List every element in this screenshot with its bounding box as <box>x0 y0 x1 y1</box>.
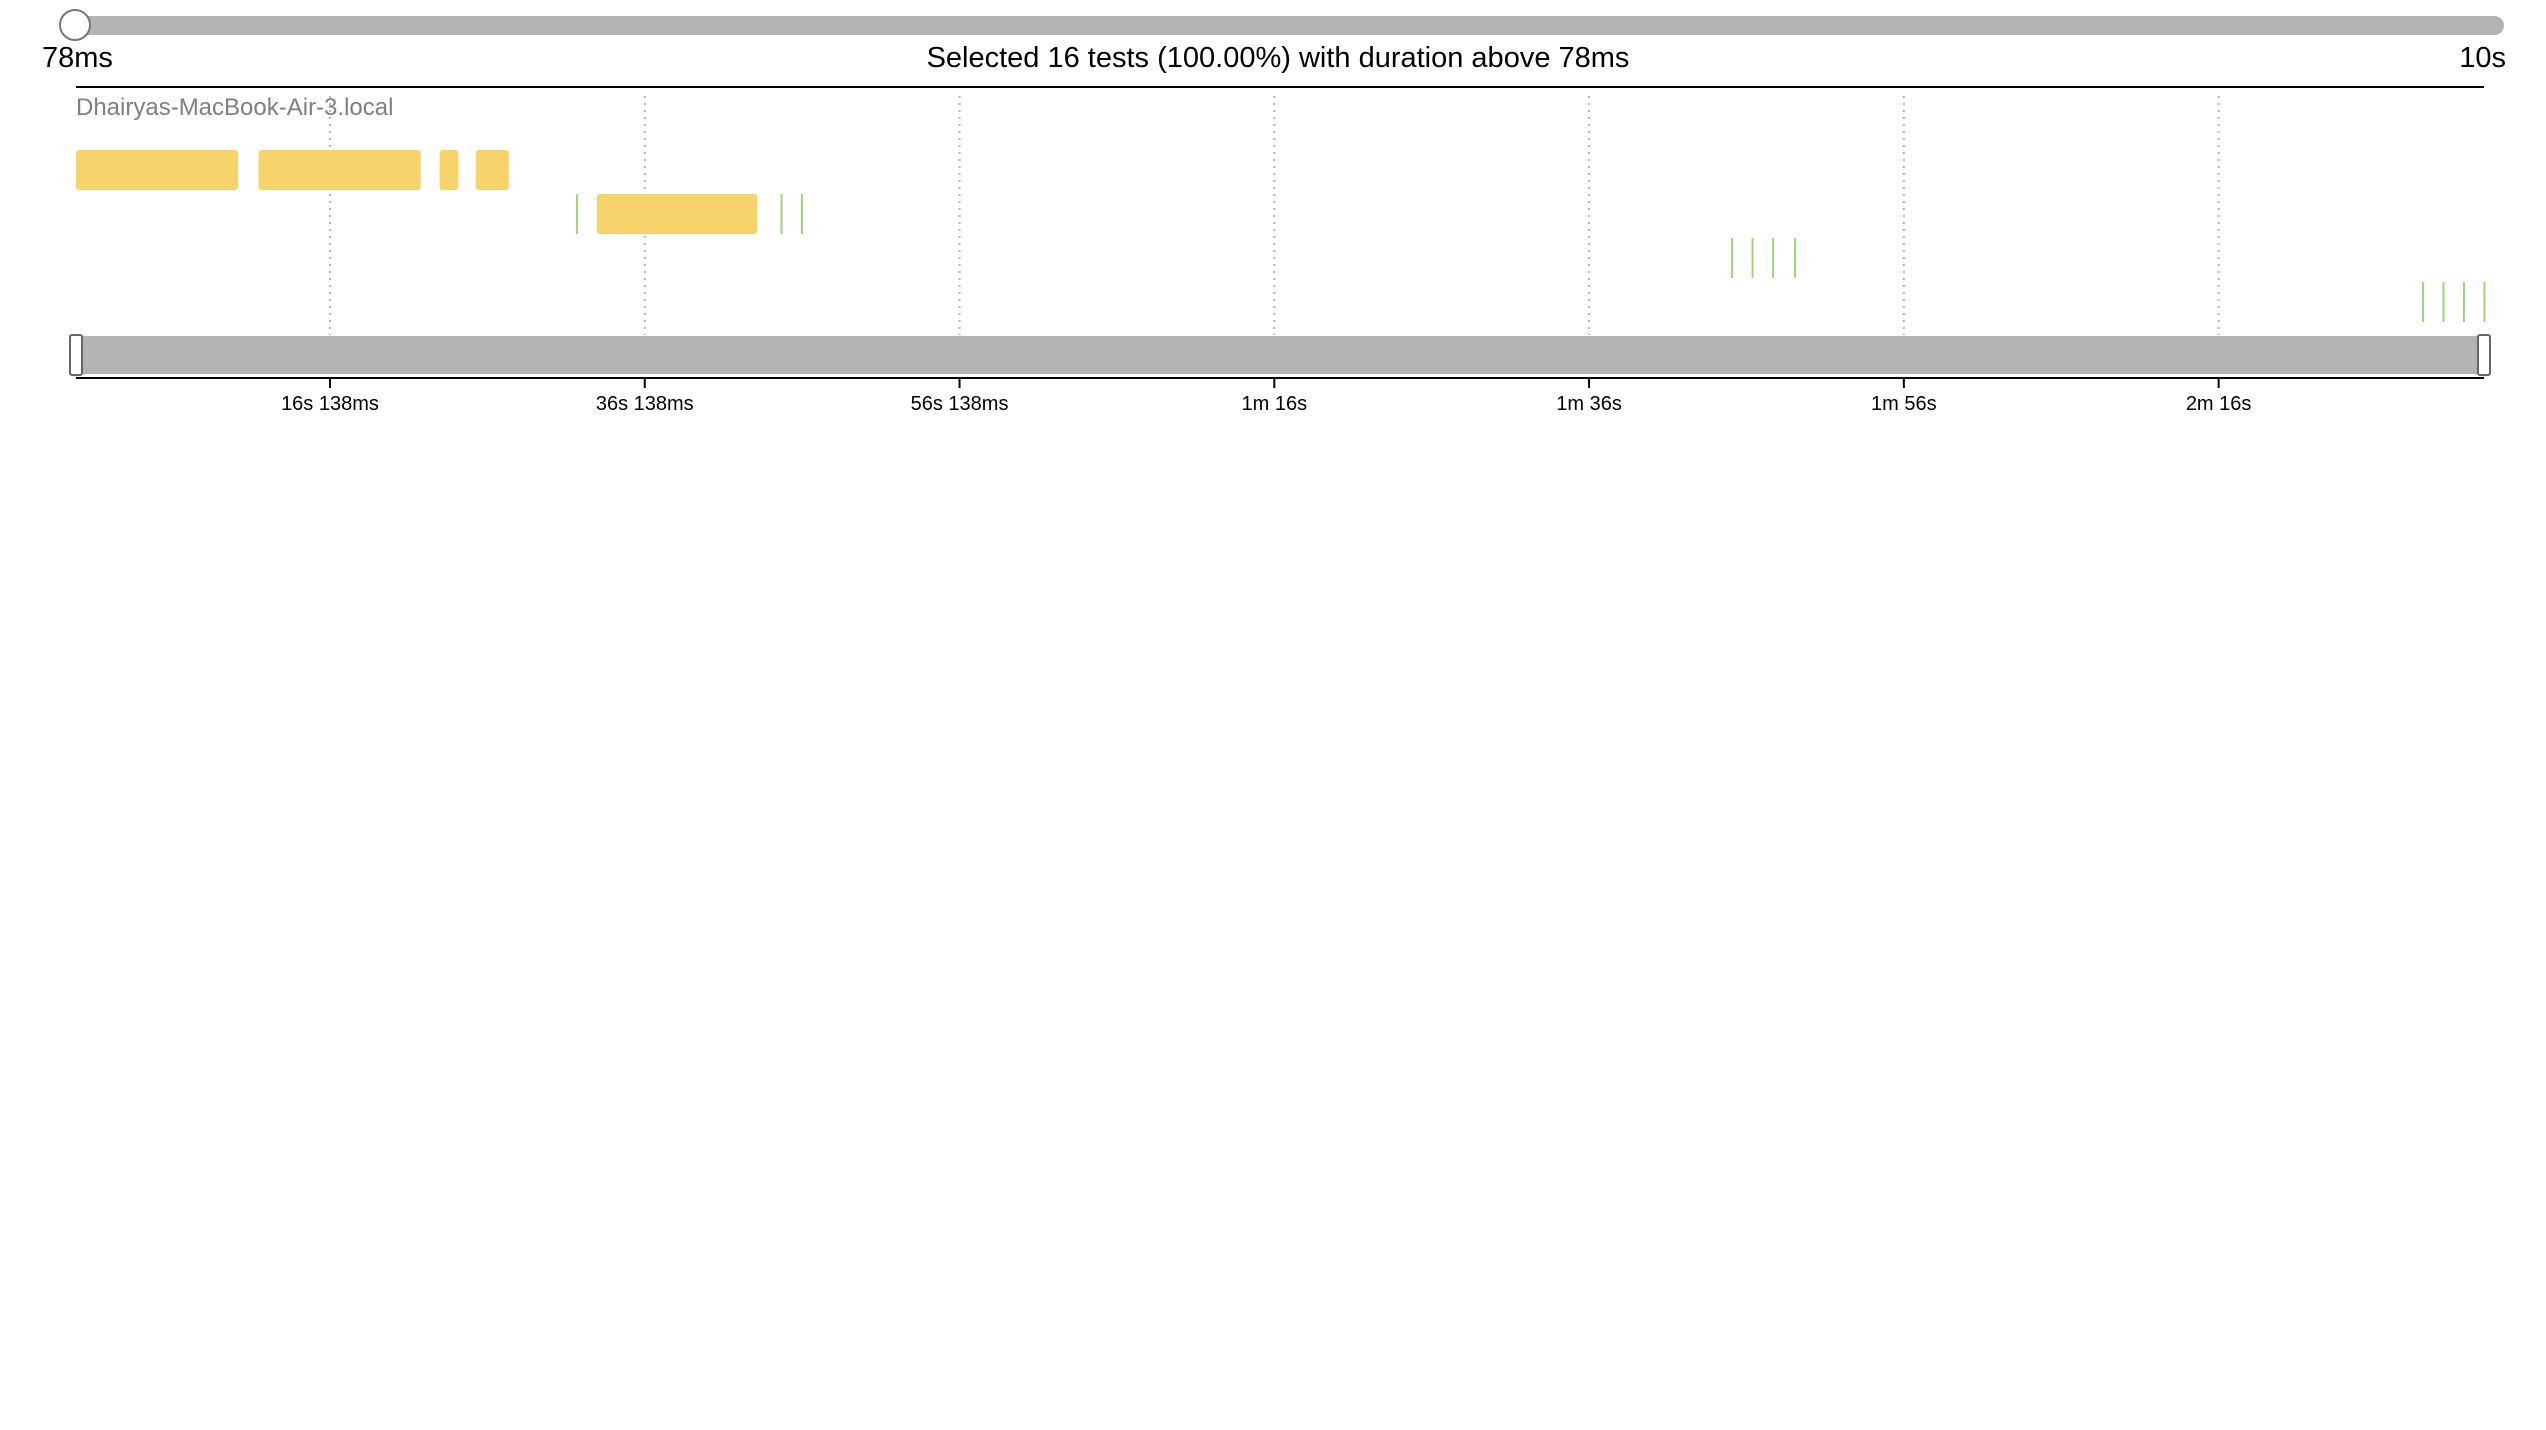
tick-label: 56s 138ms <box>911 393 1009 415</box>
brush-selection[interactable] <box>76 336 2484 374</box>
test-mark[interactable] <box>2422 282 2425 322</box>
test-mark[interactable] <box>2462 282 2465 322</box>
test-mark[interactable] <box>1794 238 1797 278</box>
test-bar[interactable] <box>596 194 758 234</box>
test-bar[interactable] <box>475 150 509 190</box>
timeline-chart: Dhairyas-MacBook-Air-3.local 16s 138ms 36… <box>69 86 2491 415</box>
test-bar[interactable] <box>76 150 239 190</box>
test-mark[interactable] <box>575 194 578 234</box>
test-mark[interactable] <box>1751 238 1754 278</box>
test-bar[interactable] <box>258 150 421 190</box>
test-mark[interactable] <box>2483 282 2486 322</box>
test-bar[interactable] <box>439 150 459 190</box>
tick-label: 1m 36s <box>1556 393 1622 415</box>
test-mark[interactable] <box>2442 282 2445 322</box>
tick-label: 36s 138ms <box>596 393 694 415</box>
test-mark[interactable] <box>1772 238 1775 278</box>
test-mark[interactable] <box>1731 238 1734 278</box>
brush-handle-left[interactable] <box>69 334 83 376</box>
tick-label: 1m 16s <box>1242 393 1308 415</box>
brush-handle-right[interactable] <box>2477 334 2491 376</box>
tick-label: 2m 16s <box>2186 393 2252 415</box>
tick-label: 1m 56s <box>1871 393 1937 415</box>
tick-label: 16s 138ms <box>281 393 379 415</box>
host-label: Dhairyas-MacBook-Air-3.local <box>76 94 393 121</box>
test-mark[interactable] <box>800 194 803 234</box>
test-mark[interactable] <box>780 194 783 234</box>
